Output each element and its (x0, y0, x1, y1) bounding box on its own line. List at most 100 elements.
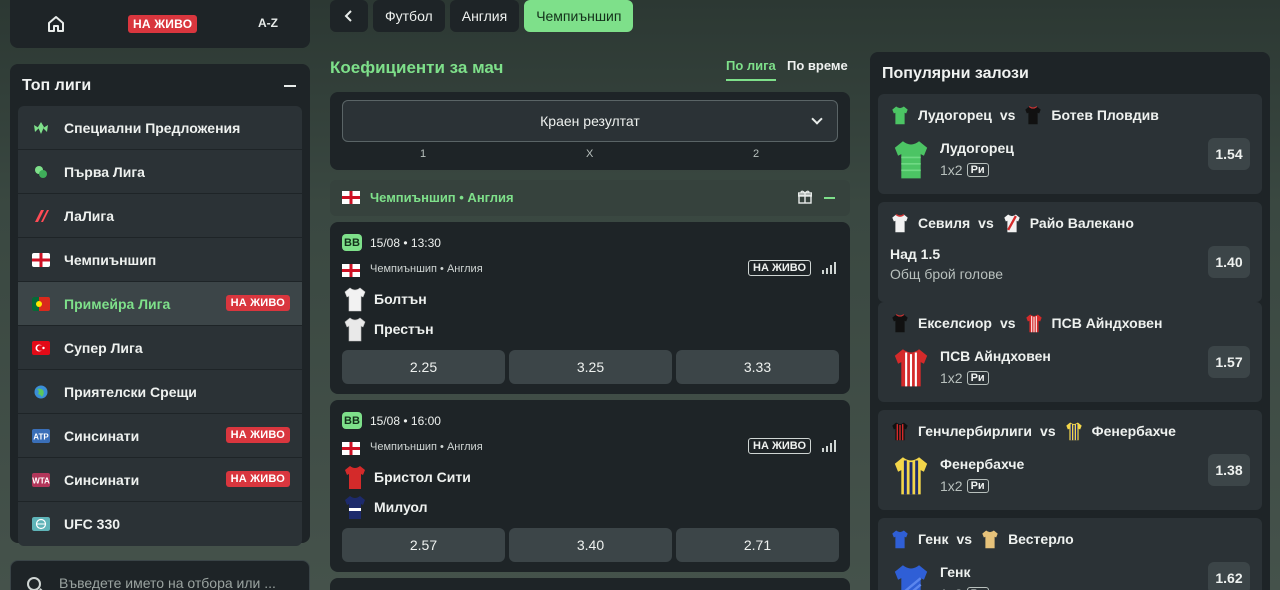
vs-label: vs (1040, 423, 1056, 439)
search-input[interactable] (59, 575, 289, 590)
matchup: Генчлербирлиги vs Фенербахче (890, 421, 1176, 441)
league-item-special-offers[interactable]: Специални Предложения (18, 106, 302, 150)
league-label: ЛаЛига (64, 207, 115, 224)
league-item-first-league[interactable]: Първа Лига (18, 150, 302, 194)
market-dropdown[interactable]: Краен резултат (342, 100, 838, 142)
league-item-championship[interactable]: Чемпиъншип (18, 238, 302, 282)
breadcrumb-championship[interactable]: Чемпиъншип (524, 0, 634, 32)
matchup: Екселсиор vs ПСВ Айндховен (890, 313, 1162, 333)
market-dropdown-value: Краен резултат (540, 113, 640, 129)
vs-label: vs (999, 107, 1016, 123)
top-leagues-panel: Топ лиги Специални Предложения Първа Лиг… (10, 64, 310, 546)
home-team[interactable]: Болтън (342, 286, 427, 312)
popular-bets-title: Популярни залози (882, 65, 1029, 82)
live-badge: НА ЖИВО (225, 471, 290, 487)
back-button[interactable] (330, 0, 368, 32)
selection: Фенербахче (940, 456, 1025, 472)
green-shirt-icon (892, 106, 908, 125)
tab-by-time[interactable]: По време (787, 58, 848, 73)
ri-tag: Ри (966, 163, 989, 177)
selection: ПСВ Айндховен (940, 348, 1051, 364)
league-item-primeira-liga[interactable]: Примейра Лига НА ЖИВО (18, 282, 302, 326)
competition-header: Чемпиъншип • Англия (330, 180, 850, 216)
league-item-laliga[interactable]: ЛаЛига (18, 194, 302, 238)
ri-tag: Ри (966, 371, 989, 385)
black-shirt-icon (892, 314, 908, 333)
away-team[interactable]: Престън (342, 316, 434, 342)
live-badge: НА ЖИВО (225, 427, 290, 443)
vs-label: vs (999, 315, 1016, 331)
away-team-name: Ботев Пловдив (1051, 107, 1159, 123)
odd-button[interactable]: 1.62 (1208, 562, 1250, 590)
navy-shirt-icon (345, 496, 365, 519)
vs-label: vs (978, 215, 994, 231)
az-button[interactable]: A-Z (258, 16, 278, 30)
bet-builder-badge: BB (342, 234, 362, 251)
red-black-striped-shirt-icon (892, 422, 908, 441)
yellow-navy-striped-shirt-icon (894, 457, 928, 495)
popular-bet-card[interactable]: Генк vs Вестерло Генк 1x2Ри 1.62 (878, 518, 1262, 590)
league-label: Първа Лига (64, 163, 145, 180)
odd-button-2[interactable]: 3.33 (676, 350, 839, 384)
search-icon (27, 577, 41, 590)
odd-button[interactable]: 1.57 (1208, 346, 1250, 378)
popular-bet-card[interactable]: Екселсиор vs ПСВ Айндховен ПСВ Айндховен… (878, 302, 1262, 402)
odd-button-1[interactable]: 2.25 (342, 350, 505, 384)
league-item-cincinnati-atp[interactable]: ATP Синсинати НА ЖИВО (18, 414, 302, 458)
team-name: Милуол (374, 499, 428, 515)
match-time: 15/08 • 13:30 (370, 236, 441, 250)
tab-by-league[interactable]: По лига (726, 58, 776, 81)
stats-icon[interactable] (822, 440, 838, 452)
matchup: Генк vs Вестерло (890, 529, 1074, 549)
turkey-flag-icon (32, 340, 50, 355)
svg-text:WTA: WTA (32, 476, 50, 485)
home-team-name: Генк (918, 531, 949, 547)
red-white-striped-shirt-icon (894, 349, 928, 387)
market-name: 1x2 (940, 586, 963, 590)
league-item-ufc-330[interactable]: UFC 330 (18, 502, 302, 546)
odd-button-2[interactable]: 2.71 (676, 528, 839, 562)
home-icon[interactable] (46, 14, 66, 34)
top-nav: НА ЖИВО A-Z (10, 0, 310, 48)
gift-icon[interactable] (798, 190, 812, 204)
away-team[interactable]: Милуол (342, 494, 428, 520)
collapse-icon[interactable] (284, 85, 296, 87)
ufc-globe-icon (32, 517, 50, 531)
england-flag-icon (342, 264, 360, 277)
popular-bet-card[interactable]: Лудогорец vs Ботев Пловдив Лудогорец 1x2… (878, 94, 1262, 194)
odd-button[interactable]: 1.40 (1208, 246, 1250, 278)
popular-bets-panel: Популярни залози Лудогорец vs Ботев Плов… (870, 52, 1270, 590)
collapse-icon[interactable] (824, 197, 835, 199)
league-item-friendlies[interactable]: Приятелски Срещи (18, 370, 302, 414)
white-shirt-icon (344, 317, 366, 342)
odd-button[interactable]: 1.38 (1208, 454, 1250, 486)
portugal-flag-icon (32, 296, 50, 311)
breadcrumb-england[interactable]: Англия (449, 0, 520, 32)
stats-icon[interactable] (822, 262, 838, 274)
wta-icon: WTA (32, 472, 50, 487)
odd-button-x[interactable]: 3.40 (509, 528, 672, 562)
odd-button[interactable]: 1.54 (1208, 138, 1250, 170)
bulgaria-first-league-icon (35, 165, 47, 178)
league-item-super-lig[interactable]: Супер Лига (18, 326, 302, 370)
market-name: 1x2 (940, 162, 963, 178)
popular-bet-card[interactable]: Генчлербирлиги vs Фенербахче Фенербахче … (878, 410, 1262, 510)
team-name: Болтън (374, 291, 427, 307)
odd-button-1[interactable]: 2.57 (342, 528, 505, 562)
home-team[interactable]: Бристол Сити (342, 464, 471, 490)
england-flag-icon (342, 442, 360, 455)
blue-shirt-icon (894, 565, 928, 590)
popular-bet-card[interactable]: Севиля vs Райо Валекано Над 1.5 Общ брой… (878, 202, 1262, 302)
match-time: 15/08 • 16:00 (370, 414, 441, 428)
column-label-1: 1 (420, 148, 427, 160)
match-card: BB 15/08 • 16:00 Чемпиъншип • Англия НА … (330, 400, 850, 572)
top-leagues-title: Топ лиги (22, 77, 92, 94)
away-team-name: Райо Валекано (1029, 215, 1134, 231)
league-label: Чемпиъншип (64, 251, 157, 268)
team-name: Бристол Сити (374, 469, 471, 485)
market-label: 1x2Ри (940, 478, 989, 494)
breadcrumb-football[interactable]: Футбол (373, 0, 445, 32)
live-nav-button[interactable]: НА ЖИВО (128, 15, 198, 33)
league-item-cincinnati-wta[interactable]: WTA Синсинати НА ЖИВО (18, 458, 302, 502)
odd-button-x[interactable]: 3.25 (509, 350, 672, 384)
